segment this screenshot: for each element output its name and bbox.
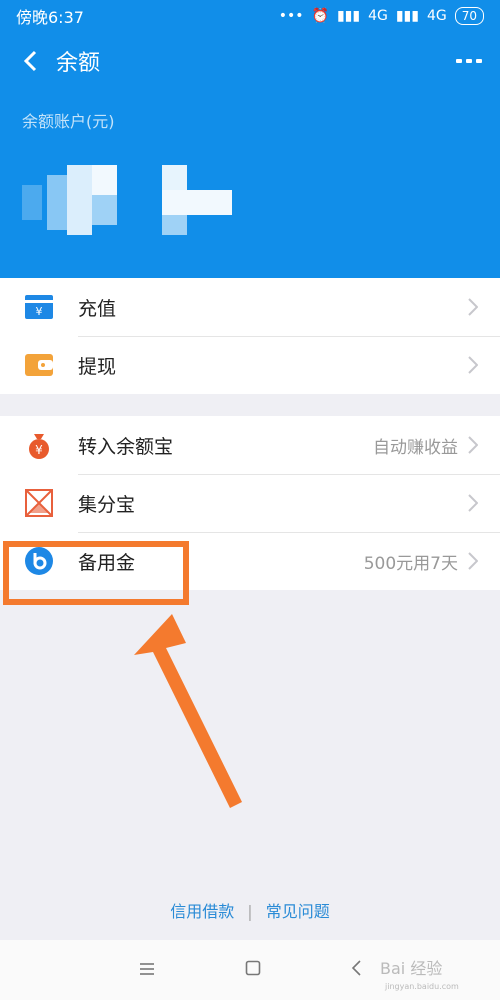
menu-item-jifenbao[interactable]: 集分宝 [0, 474, 500, 532]
menu-item-hint: 自动赚收益 [373, 437, 458, 458]
account-label: 余额账户(元) [22, 112, 115, 131]
highlight-annotation-box [3, 541, 189, 605]
chevron-right-icon [466, 433, 480, 457]
chevron-right-icon [466, 295, 480, 319]
watermark: Bai 经验 [380, 959, 443, 978]
menu-item-withdraw[interactable]: 提现 [0, 336, 500, 394]
chevron-right-icon [466, 549, 480, 573]
watermark-url: jingyan.baidu.com [385, 982, 459, 991]
faq-link[interactable]: 常见问题 [266, 902, 330, 921]
back-arrow-icon[interactable] [18, 49, 42, 73]
status-bar: 傍晚6:37 ••• ⏰ ▮▮▮ 4G ▮▮▮ 4G 70 [0, 0, 500, 32]
home-icon[interactable] [245, 960, 261, 980]
balance-header: 余额账户(元) [0, 90, 500, 278]
more-options-icon[interactable] [456, 59, 482, 63]
svg-text:¥: ¥ [36, 305, 43, 318]
network-type-2: 4G [426, 8, 447, 24]
menu-item-label: 提现 [78, 355, 117, 378]
svg-text:¥: ¥ [35, 443, 43, 457]
status-time: 傍晚6:37 [16, 8, 84, 27]
menu-item-label: 集分宝 [78, 493, 136, 516]
back-icon[interactable] [351, 960, 361, 980]
nav-bar: 余额 [0, 32, 500, 90]
menu-item-label: 充值 [78, 297, 117, 320]
menu-icon[interactable] [139, 961, 155, 980]
withdraw-icon [24, 350, 54, 380]
recharge-icon: ¥ [24, 292, 54, 322]
footer-links: 信用借款 | 常见问题 [0, 898, 500, 922]
money-bag-icon: ¥ [24, 430, 54, 460]
menu-item-yuebao[interactable]: ¥ 转入余额宝 自动赚收益 [0, 416, 500, 474]
section-recharge-withdraw: ¥ 充值 提现 [0, 278, 500, 394]
menu-item-recharge[interactable]: ¥ 充值 [0, 278, 500, 336]
chevron-right-icon [466, 353, 480, 377]
status-icons: ••• ⏰ ▮▮▮ 4G ▮▮▮ 4G 70 [279, 7, 484, 25]
menu-item-hint: 500元用7天 [363, 553, 458, 574]
network-type-1: 4G [368, 8, 388, 24]
signal-1-icon: ▮▮▮ [336, 8, 361, 24]
footer-separator: | [247, 902, 253, 921]
jifenbao-icon [24, 488, 54, 518]
chevron-right-icon [466, 491, 480, 515]
alarm-icon: ⏰ [311, 8, 329, 24]
signal-2-icon: ▮▮▮ [395, 8, 419, 24]
battery-icon: 70 [454, 7, 484, 25]
blurred-balance-amount [22, 165, 242, 255]
page-title: 余额 [56, 51, 101, 76]
credit-loan-link[interactable]: 信用借款 [170, 902, 234, 921]
menu-item-label: 转入余额宝 [78, 435, 174, 458]
more-notifications-icon: ••• [278, 8, 304, 24]
